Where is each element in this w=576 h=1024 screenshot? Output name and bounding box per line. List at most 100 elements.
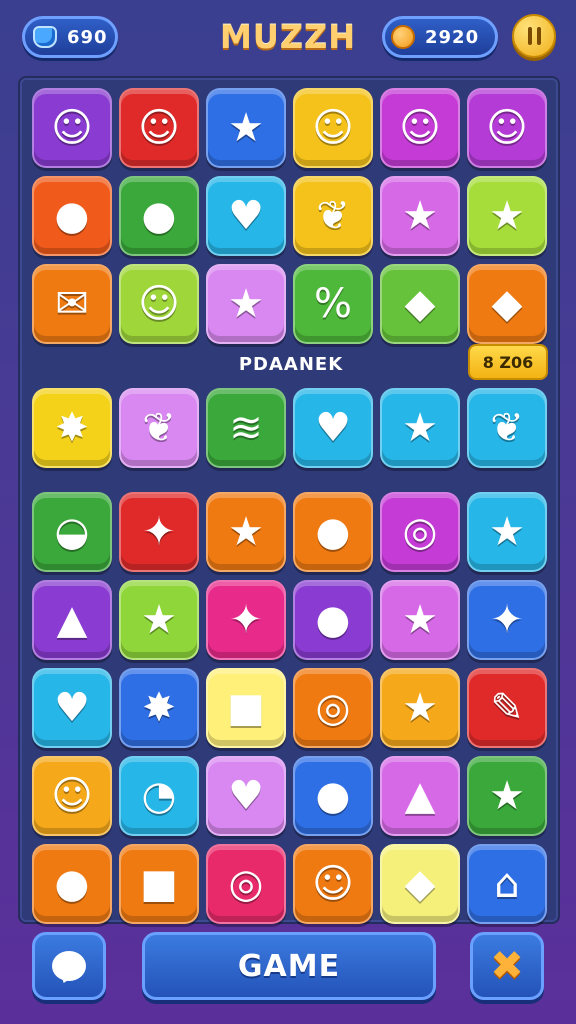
tile[interactable]: ✎ <box>467 668 547 748</box>
tile[interactable]: ☺ <box>467 88 547 168</box>
puzzle-icon: ◆ <box>404 281 436 327</box>
photo-icon: ■ <box>140 861 178 907</box>
flag-icon: ≋ <box>229 405 263 451</box>
tile[interactable]: ✸ <box>119 668 199 748</box>
leaf-icon: ❦ <box>316 193 350 239</box>
swirl-icon: ◔ <box>141 773 177 819</box>
tile-grid-top: ☺ ☺ ★ ☺ ☺ ☺ ● ● ♥ ❦ ★ ★ ✉ ☺ ★% ◆ ◆ <box>32 88 548 344</box>
heart-icon: ♥ <box>315 405 351 451</box>
tile[interactable]: ❦ <box>293 176 373 256</box>
star-icon: ★ <box>402 597 438 643</box>
tile[interactable]: ● <box>293 580 373 660</box>
tile[interactable]: ☺ <box>32 88 112 168</box>
game-title: MUZZH <box>219 18 356 56</box>
star-icon: ★ <box>141 597 177 643</box>
tile[interactable]: ❦ <box>119 388 199 468</box>
tile[interactable]: ≋ <box>206 388 286 468</box>
cat-face-icon: ☺ <box>138 281 180 327</box>
tile[interactable]: ● <box>119 176 199 256</box>
cat-face-icon: ☺ <box>312 105 354 151</box>
leaf-icon: ❦ <box>142 405 176 451</box>
tile[interactable]: ■ <box>119 844 199 924</box>
map-pin-icon: ● <box>315 597 351 643</box>
fruit-icon: ● <box>54 861 90 907</box>
star-icon: ★ <box>228 509 264 555</box>
tile[interactable]: ◎ <box>206 844 286 924</box>
tile[interactable]: ★ <box>206 492 286 572</box>
tile[interactable]: ✦ <box>119 492 199 572</box>
tile[interactable]: ◎ <box>380 492 460 572</box>
star-icon: ★ <box>489 773 525 819</box>
tile[interactable]: ★ <box>380 176 460 256</box>
tile[interactable]: ☺ <box>293 88 373 168</box>
tile[interactable]: ● <box>32 844 112 924</box>
tile-grid-bottom: ◒ ✦ ★ ● ◎ ★ ▲ ★ ✦ ● ★ ✦ ♥ ✸ ■ ◎ ★ ✎ ☺ ◔ ♥ ● ▲ ★ ● ■ ◎ ☺ ◆ ⌂ <box>32 492 548 924</box>
tile[interactable]: ◎ <box>293 668 373 748</box>
tile[interactable]: ☺ <box>380 88 460 168</box>
pencil-icon: ✎ <box>490 685 524 731</box>
tile[interactable]: % <box>293 264 373 344</box>
tile[interactable]: ⌂ <box>467 844 547 924</box>
hint-button[interactable] <box>32 932 106 1000</box>
star-icon: ★ <box>489 509 525 555</box>
tile[interactable]: ✸ <box>32 388 112 468</box>
tile[interactable]: ★ <box>380 388 460 468</box>
carrot-icon: ● <box>315 773 351 819</box>
tile[interactable]: ★ <box>467 756 547 836</box>
book-icon: ◆ <box>491 281 523 327</box>
close-button[interactable]: ✖ <box>470 932 544 1000</box>
tile[interactable]: ☺ <box>293 844 373 924</box>
gem-counter[interactable]: 690 <box>22 16 118 58</box>
close-icon: ✖ <box>490 943 524 989</box>
chili-icon: ♥ <box>54 685 90 731</box>
tile[interactable]: ◒ <box>32 492 112 572</box>
tile[interactable]: ☺ <box>119 264 199 344</box>
heart-icon: ♥ <box>228 773 264 819</box>
balloon-icon: ● <box>315 509 351 555</box>
tile[interactable]: ♥ <box>206 756 286 836</box>
note-icon: ■ <box>227 685 265 731</box>
tile[interactable]: ◆ <box>380 844 460 924</box>
tile[interactable]: ● <box>32 176 112 256</box>
tile[interactable]: ❦ <box>467 388 547 468</box>
tile[interactable]: ▲ <box>32 580 112 660</box>
dragon-icon: ✦ <box>229 597 263 643</box>
diamond-star-icon: ✦ <box>490 597 524 643</box>
tile[interactable]: ◔ <box>119 756 199 836</box>
tile[interactable]: ✉ <box>32 264 112 344</box>
tile[interactable]: ★ <box>206 88 286 168</box>
top-bar: 690 MUZZH 2920 <box>20 14 556 60</box>
tile[interactable]: ★ <box>380 668 460 748</box>
tile[interactable]: ♥ <box>206 176 286 256</box>
coin-counter[interactable]: 2920 <box>382 16 498 58</box>
tile[interactable]: ★ <box>467 176 547 256</box>
tile[interactable]: ◆ <box>380 264 460 344</box>
leaf-icon: ❦ <box>490 405 524 451</box>
tile[interactable]: ✦ <box>206 580 286 660</box>
tile[interactable]: ☺ <box>119 88 199 168</box>
speech-bubble-icon <box>52 951 86 981</box>
tile[interactable]: ★ <box>206 264 286 344</box>
tile[interactable]: ★ <box>119 580 199 660</box>
tile[interactable]: ■ <box>206 668 286 748</box>
tile[interactable]: ▲ <box>380 756 460 836</box>
ball-icon: ◎ <box>228 861 264 907</box>
bear-face-icon: ☺ <box>399 105 441 151</box>
coin-count: 2920 <box>425 26 480 48</box>
tile[interactable]: ☺ <box>32 756 112 836</box>
tile[interactable]: ● <box>293 756 373 836</box>
star-icon: ✸ <box>55 405 89 451</box>
pause-button[interactable] <box>512 14 556 58</box>
star-icon: ★ <box>402 193 438 239</box>
tile[interactable]: ✦ <box>467 580 547 660</box>
gem-icon <box>33 26 57 48</box>
tile[interactable]: ♥ <box>32 668 112 748</box>
tile[interactable]: ◆ <box>467 264 547 344</box>
tile[interactable]: ● <box>293 492 373 572</box>
game-button[interactable]: GAME <box>142 932 436 1000</box>
tile[interactable]: ★ <box>467 492 547 572</box>
tile[interactable]: ★ <box>380 580 460 660</box>
husky-face-icon: ☺ <box>486 105 528 151</box>
tile[interactable]: ♥ <box>293 388 373 468</box>
star-icon: ★ <box>402 685 438 731</box>
